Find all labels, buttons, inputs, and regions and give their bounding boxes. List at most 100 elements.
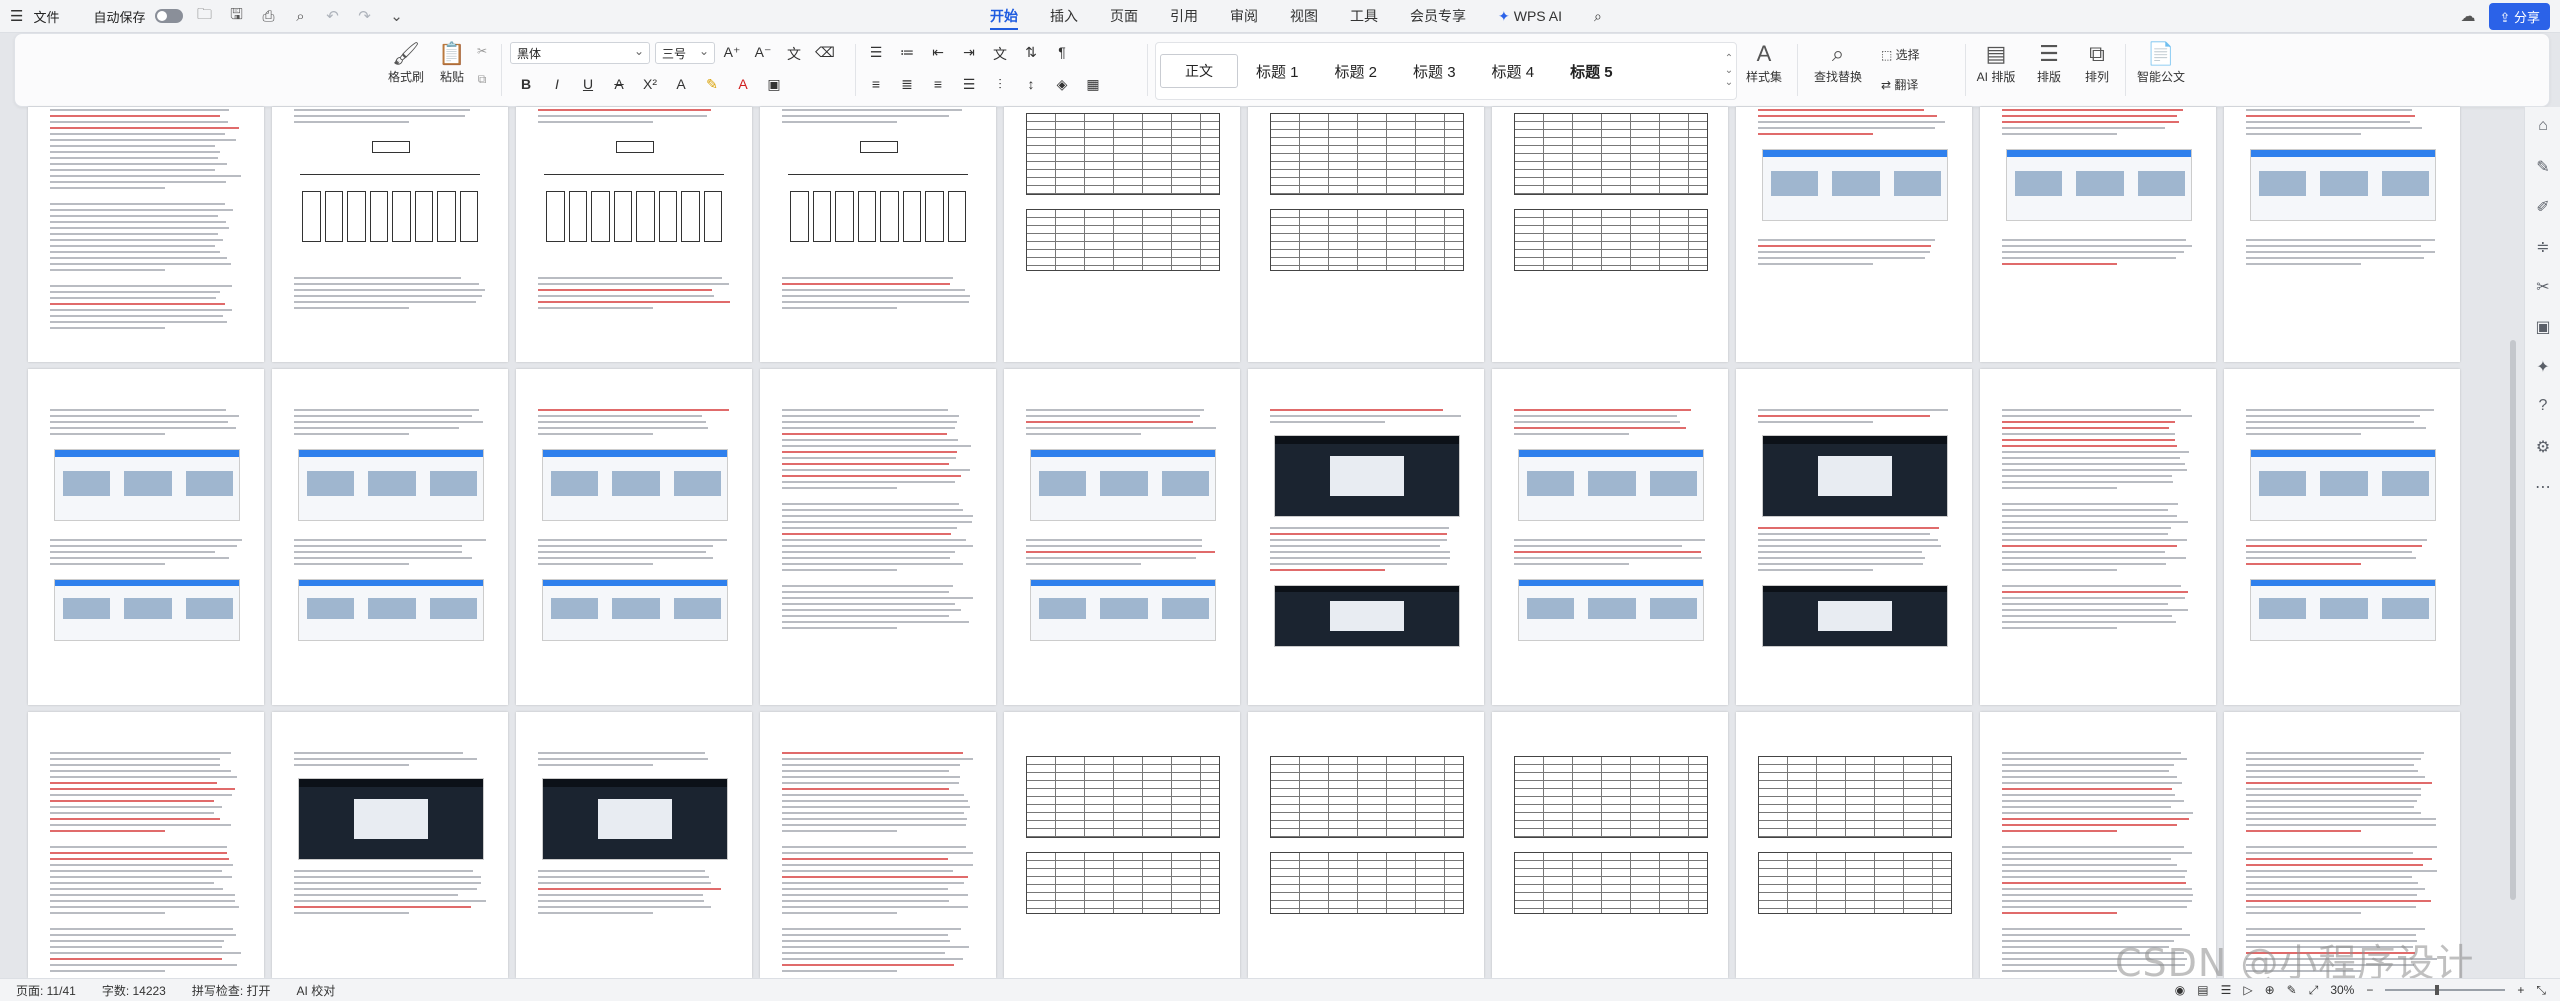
tab-tools[interactable]: 工具 xyxy=(1350,0,1378,32)
vertical-scrollbar[interactable] xyxy=(2510,340,2516,900)
zoom-out-icon[interactable]: − xyxy=(2366,983,2373,997)
translate-button[interactable]: ⇄ 翻译 xyxy=(1881,76,1918,93)
open-file-icon[interactable]: 🗀 xyxy=(193,4,215,29)
file-menu[interactable]: 文件 xyxy=(33,7,59,26)
arrange-button[interactable]: ⧉ 排列 xyxy=(2077,40,2117,85)
help-icon[interactable]: ? xyxy=(2525,397,2560,415)
outline-view-icon[interactable]: ☰ xyxy=(2221,983,2232,997)
tools-icon[interactable]: ✂ xyxy=(2525,277,2560,297)
select-button[interactable]: ⬚ 选择 xyxy=(1881,46,1920,63)
redo-icon[interactable]: ↷ xyxy=(353,7,375,25)
figure-card xyxy=(551,598,599,619)
fit-width-icon[interactable]: ⤢ xyxy=(2309,983,2319,998)
show-marks-icon[interactable]: ¶ xyxy=(1051,44,1073,64)
clear-format-icon[interactable]: ⌫ xyxy=(814,44,836,64)
settings-icon[interactable]: ⚙ xyxy=(2525,437,2560,457)
ai-proofread[interactable]: AI 校对 xyxy=(297,982,336,999)
style-heading-5[interactable]: 标题 5 xyxy=(1552,61,1631,82)
font-size-select[interactable]: 三号 xyxy=(655,40,715,64)
bullet-list-icon[interactable]: ☰ xyxy=(865,44,887,64)
shrink-font-icon[interactable]: A⁻ xyxy=(752,44,774,64)
save-icon[interactable]: 🖫 xyxy=(225,4,247,29)
print-preview-icon[interactable]: ⌕ xyxy=(289,8,311,25)
grow-font-icon[interactable]: A⁺ xyxy=(721,44,743,64)
spell-check-status[interactable]: 拼写检查: 打开 xyxy=(192,982,271,999)
style-heading-2[interactable]: 标题 2 xyxy=(1317,61,1396,82)
zoom-in-icon[interactable]: + xyxy=(2517,983,2524,997)
pen-icon[interactable]: ✐ xyxy=(2525,197,2560,217)
tab-member[interactable]: 会员专享 xyxy=(1410,0,1466,32)
share-button[interactable]: ⇪ 分享 xyxy=(2489,2,2550,30)
page-view-icon[interactable]: ▤ xyxy=(2197,983,2208,997)
strikethrough-icon[interactable]: A xyxy=(608,76,630,93)
style-gallery-scroll[interactable]: ⌃ ⌄ ⌄ xyxy=(1722,53,1736,89)
increase-indent-icon[interactable]: ⇥ xyxy=(958,44,980,64)
paste-button[interactable]: 📋 粘贴 xyxy=(429,40,475,85)
pin-icon[interactable]: ⌂ xyxy=(2525,117,2560,135)
smart-doc-button[interactable]: 📄 智能公文 xyxy=(2131,40,2191,85)
search-icon[interactable]: ⌕ xyxy=(1594,0,1602,32)
font-color-icon[interactable]: A xyxy=(732,76,754,93)
style-heading-1[interactable]: 标题 1 xyxy=(1238,61,1317,82)
tab-home[interactable]: 开始 xyxy=(990,0,1018,32)
align-left-icon[interactable]: ≡ xyxy=(865,76,887,93)
copy-icon[interactable]: ⧉ xyxy=(471,72,493,87)
superscript-icon[interactable]: X² xyxy=(639,76,661,93)
font-name-select[interactable]: 黑体 xyxy=(510,40,650,64)
align-center-icon[interactable]: ≣ xyxy=(896,76,918,93)
align-right-icon[interactable]: ≡ xyxy=(927,76,949,93)
tab-insert[interactable]: 插入 xyxy=(1050,0,1078,32)
bold-icon[interactable]: B xyxy=(515,76,537,93)
zoom-level[interactable]: 30% xyxy=(2330,983,2354,997)
document-canvas[interactable] xyxy=(0,107,2520,978)
autosave-toggle[interactable] xyxy=(155,9,184,23)
style-heading-4[interactable]: 标题 4 xyxy=(1474,61,1553,82)
tab-page[interactable]: 页面 xyxy=(1110,0,1138,32)
sort-icon[interactable]: ⇅ xyxy=(1020,44,1042,64)
pen-mode-icon[interactable]: ✎ xyxy=(2287,983,2297,997)
tab-references[interactable]: 引用 xyxy=(1170,0,1198,32)
numbered-list-icon[interactable]: ≔ xyxy=(896,44,918,64)
style-heading-3[interactable]: 标题 3 xyxy=(1395,61,1474,82)
tab-wps-ai[interactable]: ✦ WPS AI xyxy=(1498,0,1562,32)
word-count[interactable]: 字数: 14223 xyxy=(102,982,166,999)
fullscreen-icon[interactable]: ⤡ xyxy=(2536,983,2546,998)
cloud-sync-icon[interactable]: ☁ xyxy=(2460,7,2475,25)
hamburger-menu-icon[interactable]: ☰ xyxy=(10,7,23,25)
phonetic-guide-icon[interactable]: 文 xyxy=(783,44,805,64)
chinese-layout-icon[interactable]: 文 xyxy=(989,44,1011,64)
web-view-icon[interactable]: ⊕ xyxy=(2265,983,2275,997)
tab-view[interactable]: 视图 xyxy=(1290,0,1318,32)
decrease-indent-icon[interactable]: ⇤ xyxy=(927,44,949,64)
italic-icon[interactable]: I xyxy=(546,76,568,93)
page-indicator[interactable]: 页面: 11/41 xyxy=(16,982,76,999)
print-icon[interactable]: ⎙ xyxy=(257,8,279,25)
eye-icon[interactable]: ◉ xyxy=(2175,983,2185,997)
line-spacing-icon[interactable]: ↕ xyxy=(1020,76,1042,93)
distributed-icon[interactable]: ⫶ xyxy=(989,76,1011,93)
pen-icon[interactable]: ✎ xyxy=(2525,157,2560,177)
char-shading-icon[interactable]: ▣ xyxy=(763,76,785,93)
style-normal[interactable]: 正文 xyxy=(1160,54,1238,88)
undo-icon[interactable]: ↶ xyxy=(321,7,343,25)
layout-button[interactable]: ☰ 排版 xyxy=(2029,40,2069,85)
format-painter-button[interactable]: 🖌 格式刷 xyxy=(383,40,429,85)
underline-icon[interactable]: U xyxy=(577,76,599,93)
quick-access-dropdown-icon[interactable]: ⌄ xyxy=(385,7,407,25)
sliders-icon[interactable]: ≑ xyxy=(2525,237,2560,257)
ai-layout-button[interactable]: ▤ AI 排版 xyxy=(1971,40,2021,85)
puzzle-icon[interactable]: ✦ xyxy=(2525,357,2560,377)
shading-icon[interactable]: ◈ xyxy=(1051,76,1073,93)
play-icon[interactable]: ▷ xyxy=(2243,983,2252,997)
find-replace-button[interactable]: ⌕ 查找替换 xyxy=(1805,40,1871,85)
tab-review[interactable]: 审阅 xyxy=(1230,0,1258,32)
zoom-slider[interactable] xyxy=(2385,985,2506,995)
more-icon[interactable]: ⋯ xyxy=(2525,477,2560,497)
image-icon[interactable]: ▣ xyxy=(2525,317,2560,337)
text-effect-icon[interactable]: A xyxy=(670,76,692,93)
highlight-icon[interactable]: ✎ xyxy=(701,76,723,93)
justify-icon[interactable]: ☰ xyxy=(958,76,980,93)
cut-icon[interactable]: ✂ xyxy=(471,44,493,58)
border-icon[interactable]: ▦ xyxy=(1082,76,1104,93)
style-set-button[interactable]: A 样式集 xyxy=(1741,40,1787,85)
